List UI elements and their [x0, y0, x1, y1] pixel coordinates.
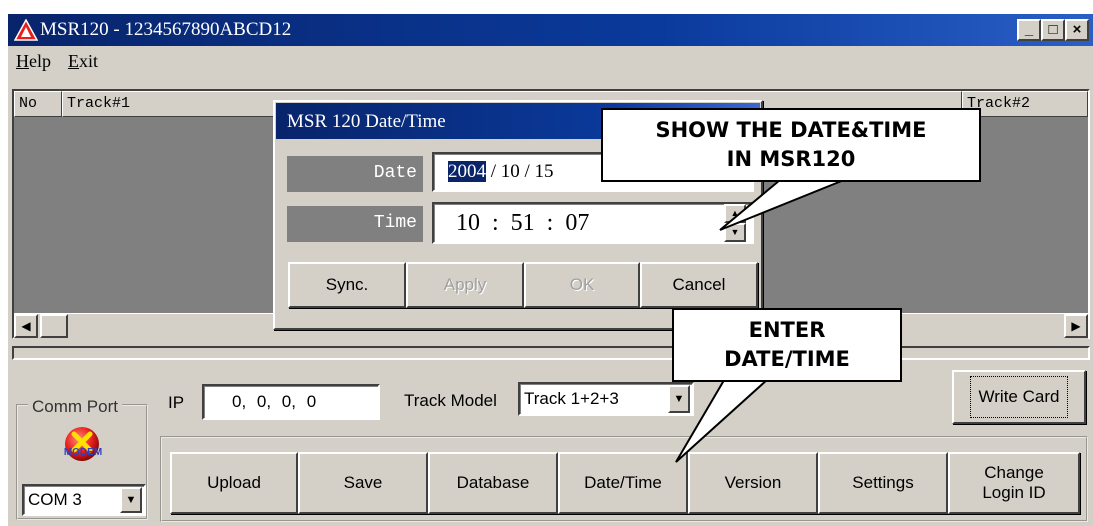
callout-pointers — [675, 179, 845, 463]
callout-top-line2: IN MSR120 — [726, 147, 856, 171]
top-callout-pointer — [719, 179, 845, 231]
bottom-callout-pointer — [675, 369, 781, 463]
callout-top-line1: SHOW THE DATE&TIME — [655, 118, 927, 142]
callout-show-date-time: SHOW THE DATE&TIME IN MSR120 — [601, 108, 981, 182]
callout-bottom-line1: ENTER — [748, 318, 826, 342]
callout-bottom-line2: DATE/TIME — [724, 347, 850, 371]
callout-enter-date-time: ENTER DATE/TIME — [672, 308, 902, 382]
